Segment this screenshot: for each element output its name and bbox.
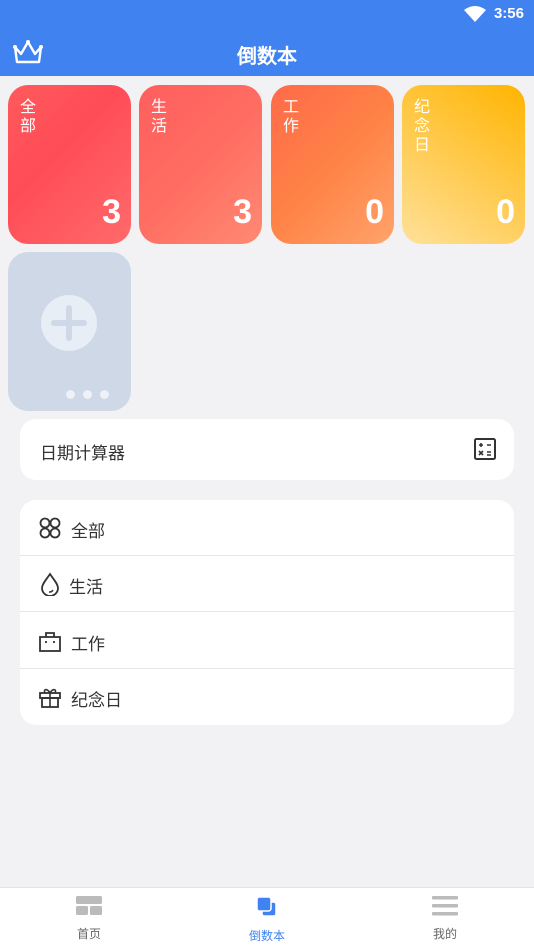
list-item-work[interactable]: 工作: [20, 613, 514, 669]
tab-label: 倒数本: [248, 929, 285, 943]
book-icon: [256, 896, 277, 917]
card-count: 3: [233, 193, 252, 231]
list-item-label: 生活: [69, 578, 103, 598]
page-title: 倒数本: [237, 44, 297, 68]
bag-icon: [39, 632, 61, 652]
card-label: 全部: [20, 97, 37, 135]
home-grid-icon: [76, 896, 102, 915]
tab-label: 我的: [432, 927, 457, 941]
tab-book[interactable]: 倒数本: [178, 888, 356, 949]
list-item-label: 工作: [71, 635, 105, 655]
list-item-label: 纪念日: [71, 691, 122, 711]
card-all[interactable]: 全部 3: [8, 85, 131, 244]
status-bar: 3:56: [0, 0, 534, 28]
card-anniversary[interactable]: 纪念日 0: [402, 85, 525, 244]
tab-home[interactable]: 首页: [0, 888, 178, 949]
card-label: 纪念日: [414, 97, 431, 154]
card-count: 0: [365, 193, 384, 231]
list-item-all[interactable]: 全部: [20, 500, 514, 556]
card-work[interactable]: 工作 0: [271, 85, 394, 244]
list-item-life[interactable]: 生活: [20, 556, 514, 612]
tab-mine[interactable]: 我的: [356, 888, 534, 949]
wifi-icon: [464, 6, 486, 22]
card-count: 3: [102, 193, 121, 231]
drop-icon: [41, 572, 59, 596]
app-bar: 倒数本: [0, 28, 534, 76]
bottom-tab-bar: 首页 倒数本 我的: [0, 887, 534, 949]
clover-icon: [39, 517, 61, 539]
more-dots-icon: [66, 384, 117, 403]
card-count: 0: [496, 193, 515, 231]
card-life[interactable]: 生活 3: [139, 85, 262, 244]
date-calculator-label: 日期计算器: [40, 444, 125, 464]
calculator-icon: [474, 438, 496, 460]
status-time: 3:56: [493, 5, 524, 22]
date-calculator-row[interactable]: 日期计算器: [20, 419, 514, 480]
list-item-label: 全部: [71, 522, 105, 542]
card-label: 工作: [283, 97, 300, 135]
category-list: 全部 生活 工作 纪念日: [20, 500, 514, 725]
tab-label: 首页: [76, 927, 101, 941]
menu-icon: [432, 896, 458, 916]
list-item-anniversary[interactable]: 纪念日: [20, 669, 514, 725]
plus-icon: [41, 295, 97, 351]
gift-icon: [39, 688, 61, 708]
card-label: 生活: [151, 97, 168, 135]
add-category-card[interactable]: [8, 252, 131, 411]
